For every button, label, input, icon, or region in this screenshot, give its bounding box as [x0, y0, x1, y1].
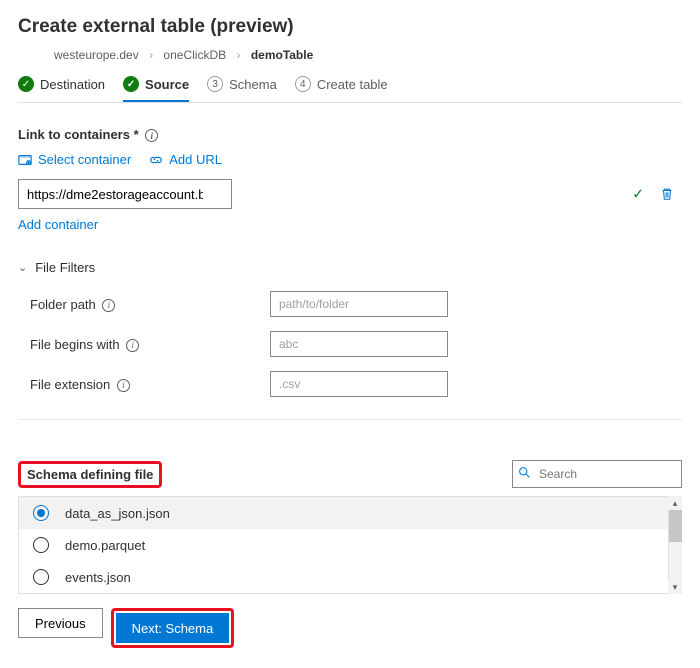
container-icon: [18, 153, 32, 167]
file-begins-label: File begins with i: [30, 337, 270, 352]
breadcrumb-item-current: demoTable: [251, 48, 313, 62]
add-url-button[interactable]: Add URL: [149, 152, 222, 167]
link-icon: [149, 153, 163, 167]
file-filters-toggle[interactable]: ⌄ File Filters: [18, 260, 682, 275]
wizard-step-label: Source: [145, 77, 189, 92]
file-extension-label: File extension i: [30, 377, 270, 392]
step-number-icon: 4: [295, 76, 311, 92]
previous-button[interactable]: Previous: [18, 608, 103, 638]
radio-unselected[interactable]: [33, 569, 49, 585]
folder-path-label: Folder path i: [30, 297, 270, 312]
select-container-button[interactable]: Select container: [18, 152, 131, 167]
divider: [18, 419, 682, 420]
container-url-input[interactable]: [18, 179, 232, 209]
file-name: demo.parquet: [65, 538, 145, 553]
folder-path-input[interactable]: [270, 291, 448, 317]
wizard-step-create-table[interactable]: 4 Create table: [295, 76, 388, 102]
valid-check-icon: ✓: [632, 186, 644, 203]
info-icon[interactable]: i: [102, 299, 115, 312]
search-input[interactable]: [512, 460, 682, 488]
file-extension-input[interactable]: [270, 371, 448, 397]
search-icon: [518, 466, 531, 482]
schema-defining-file-heading: Schema defining file: [18, 461, 162, 488]
breadcrumb-item[interactable]: westeurope.dev: [54, 48, 139, 62]
breadcrumb: westeurope.dev › oneClickDB › demoTable: [18, 48, 682, 62]
info-icon[interactable]: i: [117, 379, 130, 392]
chevron-down-icon: ⌄: [18, 261, 27, 274]
radio-selected[interactable]: [33, 505, 49, 521]
wizard-step-label: Schema: [229, 77, 277, 92]
next-button-highlight: Next: Schema: [111, 608, 235, 648]
file-list-item[interactable]: data_as_json.json: [19, 497, 682, 529]
add-container-link[interactable]: Add container: [18, 217, 98, 232]
wizard-step-label: Destination: [40, 77, 105, 92]
wizard-steps: ✓ Destination ✓ Source 3 Schema 4 Create…: [18, 76, 682, 103]
check-icon: ✓: [123, 76, 139, 92]
file-begins-input[interactable]: [270, 331, 448, 357]
link-containers-label: Link to containers i: [18, 127, 682, 142]
delete-container-button[interactable]: [652, 187, 682, 201]
info-icon[interactable]: i: [145, 129, 158, 142]
scroll-up-arrow-icon[interactable]: ▴: [668, 496, 682, 510]
trash-icon: [660, 187, 674, 201]
wizard-step-label: Create table: [317, 77, 388, 92]
footer: Previous Next: Schema: [0, 594, 700, 662]
scrollbar-thumb[interactable]: [668, 510, 682, 542]
wizard-step-source[interactable]: ✓ Source: [123, 76, 189, 102]
radio-unselected[interactable]: [33, 537, 49, 553]
file-name: data_as_json.json: [65, 506, 170, 521]
wizard-step-destination[interactable]: ✓ Destination: [18, 76, 105, 102]
file-list-item[interactable]: demo.parquet: [19, 529, 682, 561]
page-title: Create external table (preview): [18, 16, 682, 38]
scroll-down-arrow-icon[interactable]: ▾: [668, 580, 682, 594]
file-list-item[interactable]: events.json: [19, 561, 682, 593]
breadcrumb-item[interactable]: oneClickDB: [163, 48, 226, 62]
info-icon[interactable]: i: [126, 339, 139, 352]
step-number-icon: 3: [207, 76, 223, 92]
file-name: events.json: [65, 570, 131, 585]
check-icon: ✓: [18, 76, 34, 92]
file-list: data_as_json.json demo.parquet events.js…: [18, 496, 682, 594]
next-schema-button[interactable]: Next: Schema: [116, 613, 230, 643]
wizard-step-schema[interactable]: 3 Schema: [207, 76, 277, 102]
